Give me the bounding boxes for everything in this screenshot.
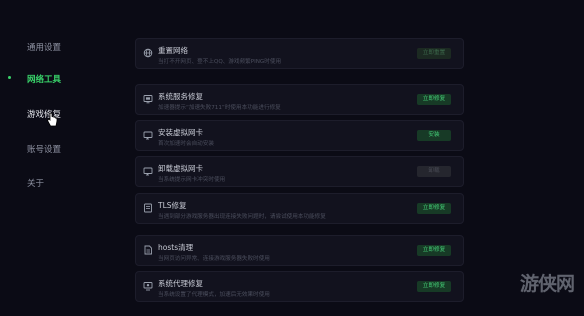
tool-title: 系统代理修复 xyxy=(158,279,203,288)
tool-title: 重置网络 xyxy=(158,46,188,55)
repair-service-button[interactable]: 立即修复 xyxy=(417,94,451,105)
tool-title: 卸载虚拟网卡 xyxy=(158,164,203,173)
tool-description: 当网页访问异常、连接游戏服务器失败时使用 xyxy=(158,256,270,262)
globe-icon xyxy=(143,48,153,58)
sidebar: 通用设置 网络工具 游戏修复 账号设置 关于 xyxy=(0,0,110,316)
tool-title: hosts清理 xyxy=(158,243,194,252)
adapter-icon xyxy=(143,131,153,140)
tool-row-hosts-cleanup: hosts清理 当网页访问异常、连接游戏服务器失败时使用 立即修复 xyxy=(135,235,464,266)
tool-row-uninstall-adapter: 卸载虚拟网卡 当系统提示网卡冲突时使用 卸载 xyxy=(135,156,464,187)
tls-icon xyxy=(144,203,152,213)
tool-row-install-adapter: 安装虚拟网卡 首次加速时会自动安装 安装 xyxy=(135,120,464,151)
tool-list: 重置网络 当打不开网页、登不上QQ、游戏频繁PING时使用 立即重置 系统服务修… xyxy=(135,0,464,316)
repair-hosts-button[interactable]: 立即修复 xyxy=(417,245,451,256)
watermark-text: 游侠网 xyxy=(520,273,575,295)
tool-title: 安装虚拟网卡 xyxy=(158,128,203,137)
tool-row-reset-network: 重置网络 当打不开网页、登不上QQ、游戏频繁PING时使用 立即重置 xyxy=(135,38,464,69)
tool-row-proxy-repair: 系统代理修复 当系统设置了代理模式，加速后无效果时使用 立即修复 xyxy=(135,271,464,302)
tool-description: 首次加速时会自动安装 xyxy=(158,141,214,147)
tool-row-system-service-repair: 系统服务修复 加速器提示“加速失败711”时使用本功能进行修复 立即修复 xyxy=(135,84,464,115)
hosts-icon xyxy=(144,245,152,255)
tool-row-tls-repair: TLS修复 当遇到部分游戏服务器出现连接失败问题时，请尝试使用本功能修复 立即修… xyxy=(135,193,464,224)
tool-description: 当遇到部分游戏服务器出现连接失败问题时，请尝试使用本功能修复 xyxy=(158,214,326,220)
tool-description: 当系统设置了代理模式，加速后无效果时使用 xyxy=(158,292,270,298)
tool-title: TLS修复 xyxy=(158,201,187,210)
tool-description: 当打不开网页、登不上QQ、游戏频繁PING时使用 xyxy=(158,59,282,65)
install-adapter-button[interactable]: 安装 xyxy=(417,130,451,141)
tool-description: 当系统提示网卡冲突时使用 xyxy=(158,177,226,183)
watermark-logo: 游侠网 xyxy=(506,266,578,296)
uninstall-adapter-button[interactable]: 卸载 xyxy=(417,166,451,177)
sidebar-item-account-settings[interactable]: 账号设置 xyxy=(27,143,61,155)
repair-proxy-button[interactable]: 立即修复 xyxy=(417,281,451,292)
reset-network-button[interactable]: 立即重置 xyxy=(417,48,451,59)
sidebar-item-general-settings[interactable]: 通用设置 xyxy=(27,41,61,53)
app-window: 通用设置 网络工具 游戏修复 账号设置 关于 重置网络 当打不开网页、登不上QQ… xyxy=(0,0,584,316)
sidebar-item-network-tools[interactable]: 网络工具 xyxy=(27,73,61,85)
repair-tls-button[interactable]: 立即修复 xyxy=(417,203,451,214)
hand-cursor-icon xyxy=(47,112,58,127)
tool-title: 系统服务修复 xyxy=(158,92,203,101)
sidebar-item-about[interactable]: 关于 xyxy=(27,177,44,189)
service-icon xyxy=(143,95,153,104)
adapter-icon xyxy=(143,167,153,176)
tool-description: 加速器提示“加速失败711”时使用本功能进行修复 xyxy=(158,105,281,111)
active-indicator xyxy=(8,76,11,79)
proxy-icon xyxy=(143,282,153,291)
